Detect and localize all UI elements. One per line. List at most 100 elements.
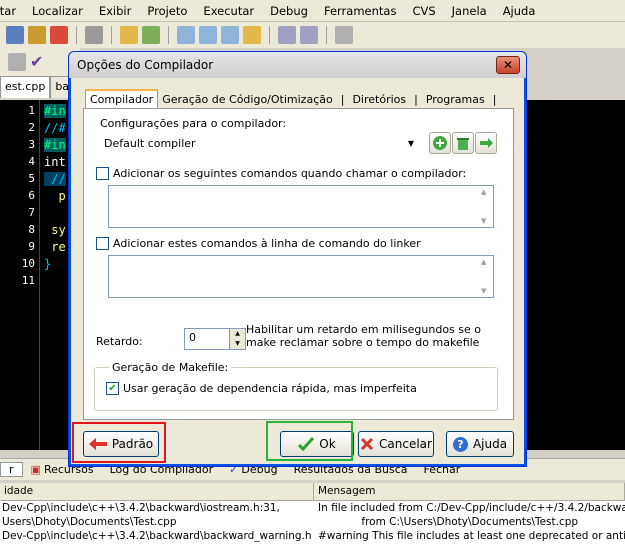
code-line: re — [44, 240, 66, 254]
linker-commands-textarea[interactable]: ▲ ▼ — [108, 255, 494, 298]
tab-compiler-output[interactable]: r — [0, 462, 23, 477]
find-next-icon[interactable] — [221, 26, 239, 44]
makefile-group: Geração de Makefile: ✔ Usar geração de d… — [94, 361, 498, 411]
close-file-icon[interactable] — [50, 26, 68, 44]
goto-line-icon[interactable] — [243, 26, 261, 44]
remove-from-project-icon[interactable] — [300, 26, 318, 44]
code-line: sy — [44, 223, 66, 237]
arrow-right-icon — [480, 138, 493, 148]
add-linker-commands-checkbox[interactable]: Adicionar estes comandos à linha de coma… — [96, 237, 421, 250]
config-label: Configurações para o compilador: — [100, 117, 287, 130]
help-button[interactable]: ? Ajuda — [446, 431, 514, 457]
menu-ferramentas[interactable]: Ferramentas — [316, 0, 404, 22]
scroll-up-icon[interactable]: ▲ — [481, 258, 491, 266]
delay-description: Habilitar um retardo em milisegundos se … — [246, 323, 482, 349]
replace-icon[interactable] — [199, 26, 217, 44]
scroll-up-icon[interactable]: ▲ — [481, 188, 491, 196]
code-line: p — [44, 189, 66, 203]
checkbox[interactable] — [96, 167, 109, 180]
tab-separator: | — [340, 93, 345, 106]
cell-unit: Dev-Cpp\include\c++\3.4.2\backward\iostr… — [2, 502, 280, 514]
highlight-box-red — [72, 422, 166, 463]
options-tabs: Compilador Geração de Código/Otimização … — [85, 89, 513, 108]
messages-header: idade Mensagem — [0, 483, 625, 501]
line-number: 4 — [28, 155, 35, 168]
file-tab-test[interactable]: est.cpp — [0, 76, 51, 98]
checkbox-label: Adicionar os seguintes comandos quando c… — [113, 167, 467, 180]
delay-spinner[interactable]: 0 ▲ ▼ — [184, 328, 246, 350]
toolbar-separator — [76, 26, 77, 44]
menu-localizar[interactable]: Localizar — [24, 0, 91, 22]
spin-down-icon[interactable]: ▼ — [230, 339, 245, 349]
delay-label: Retardo: — [96, 335, 143, 348]
fast-dependency-checkbox[interactable]: ✔ Usar geração de dependencia rápida, ma… — [106, 382, 417, 395]
column-header-unit[interactable]: idade — [0, 483, 314, 500]
toolbar-separator — [111, 26, 112, 44]
cell-unit: Users\Dhoty\Documents\Test.cpp — [2, 516, 177, 528]
code-line: // — [44, 172, 66, 186]
line-number: 10 — [21, 257, 35, 270]
spin-up-icon[interactable]: ▲ — [230, 329, 245, 339]
redo-icon[interactable] — [142, 26, 160, 44]
line-number: 7 — [28, 206, 35, 219]
close-icon: ✕ — [502, 58, 514, 72]
project-options-icon[interactable] — [335, 26, 353, 44]
menu-janela[interactable]: Janela — [444, 0, 495, 22]
add-to-project-icon[interactable] — [278, 26, 296, 44]
rename-compiler-set-button[interactable] — [475, 132, 497, 154]
table-row[interactable]: Users\Dhoty\Documents\Test.cpp from C:\U… — [0, 515, 625, 529]
chevron-down-icon: ▼ — [407, 138, 414, 148]
add-compiler-set-button[interactable] — [429, 132, 451, 154]
table-row[interactable]: Dev-Cpp\include\c++\3.4.2\backward\backw… — [0, 529, 625, 543]
find-icon[interactable] — [177, 26, 195, 44]
scroll-down-icon[interactable]: ▼ — [481, 217, 491, 225]
delete-compiler-set-button[interactable] — [452, 132, 474, 154]
save-icon[interactable] — [6, 26, 24, 44]
line-number: 6 — [28, 189, 35, 202]
checkbox-label: Usar geração de dependencia rápida, mas … — [123, 382, 417, 395]
menu-debug[interactable]: Debug — [262, 0, 316, 22]
cancel-button[interactable]: Cancelar — [358, 431, 434, 457]
compiler-commands-textarea[interactable]: ▲ ▼ — [108, 185, 494, 228]
close-button[interactable]: ✕ — [496, 56, 520, 74]
add-compiler-commands-checkbox[interactable]: Adicionar os seguintes comandos quando c… — [96, 167, 466, 180]
menu-projeto[interactable]: Projeto — [139, 0, 195, 22]
toolbar-separator — [168, 26, 169, 44]
save-all-icon[interactable] — [28, 26, 46, 44]
menu-cvs[interactable]: CVS — [404, 0, 443, 22]
makefile-group-label: Geração de Makefile: — [109, 361, 232, 374]
messages-table: idade Mensagem Dev-Cpp\include\c++\3.4.2… — [0, 483, 625, 545]
code-line: #in — [44, 104, 66, 118]
line-gutter: 1 2 3 4 5 6 7 8 9 10 11 — [0, 100, 40, 450]
tab-directories[interactable]: Diretórios — [348, 91, 410, 108]
delay-value[interactable]: 0 — [185, 329, 229, 349]
dialog-titlebar[interactable]: Opções do Compilador ✕ — [69, 52, 526, 78]
menu-executar[interactable]: Executar — [195, 0, 262, 22]
column-header-message[interactable]: Mensagem — [314, 483, 625, 500]
menu-editar[interactable]: Editar — [0, 0, 24, 22]
tab-compiler[interactable]: Compilador — [85, 89, 159, 108]
undo-icon[interactable] — [120, 26, 138, 44]
menu-exibir[interactable]: Exibir — [91, 0, 140, 22]
tab-codegen[interactable]: Geração de Código/Otimização — [158, 91, 337, 108]
compiler-options-dialog: Opções do Compilador ✕ Compilador Geraçã… — [68, 51, 527, 467]
toolbar-separator — [326, 26, 327, 44]
checkbox[interactable] — [96, 237, 109, 250]
compiler-set-select[interactable]: Default compiler ▼ — [100, 133, 418, 153]
checkbox-label: Adicionar estes comandos à linha de coma… — [113, 237, 421, 250]
cancel-button-label: Cancelar — [379, 437, 432, 451]
toolbar-icon[interactable] — [8, 53, 26, 71]
check-icon[interactable]: ✔ — [30, 52, 43, 71]
tab-programs[interactable]: Programas — [422, 91, 489, 108]
toolbar-separator — [269, 26, 270, 44]
scroll-down-icon[interactable]: ▼ — [481, 287, 491, 295]
compiler-set-value: Default compiler — [104, 136, 196, 150]
checkbox-checked[interactable]: ✔ — [106, 382, 119, 395]
dialog-body: Compilador Geração de Código/Otimização … — [71, 78, 524, 464]
code-line: #in — [44, 138, 66, 152]
print-icon[interactable] — [85, 26, 103, 44]
table-row[interactable]: Dev-Cpp\include\c++\3.4.2\backward\iostr… — [0, 501, 625, 515]
menu-ajuda[interactable]: Ajuda — [495, 0, 544, 22]
cell-message: #warning This file includes at least one… — [318, 530, 625, 542]
spinner-buttons: ▲ ▼ — [229, 329, 245, 349]
